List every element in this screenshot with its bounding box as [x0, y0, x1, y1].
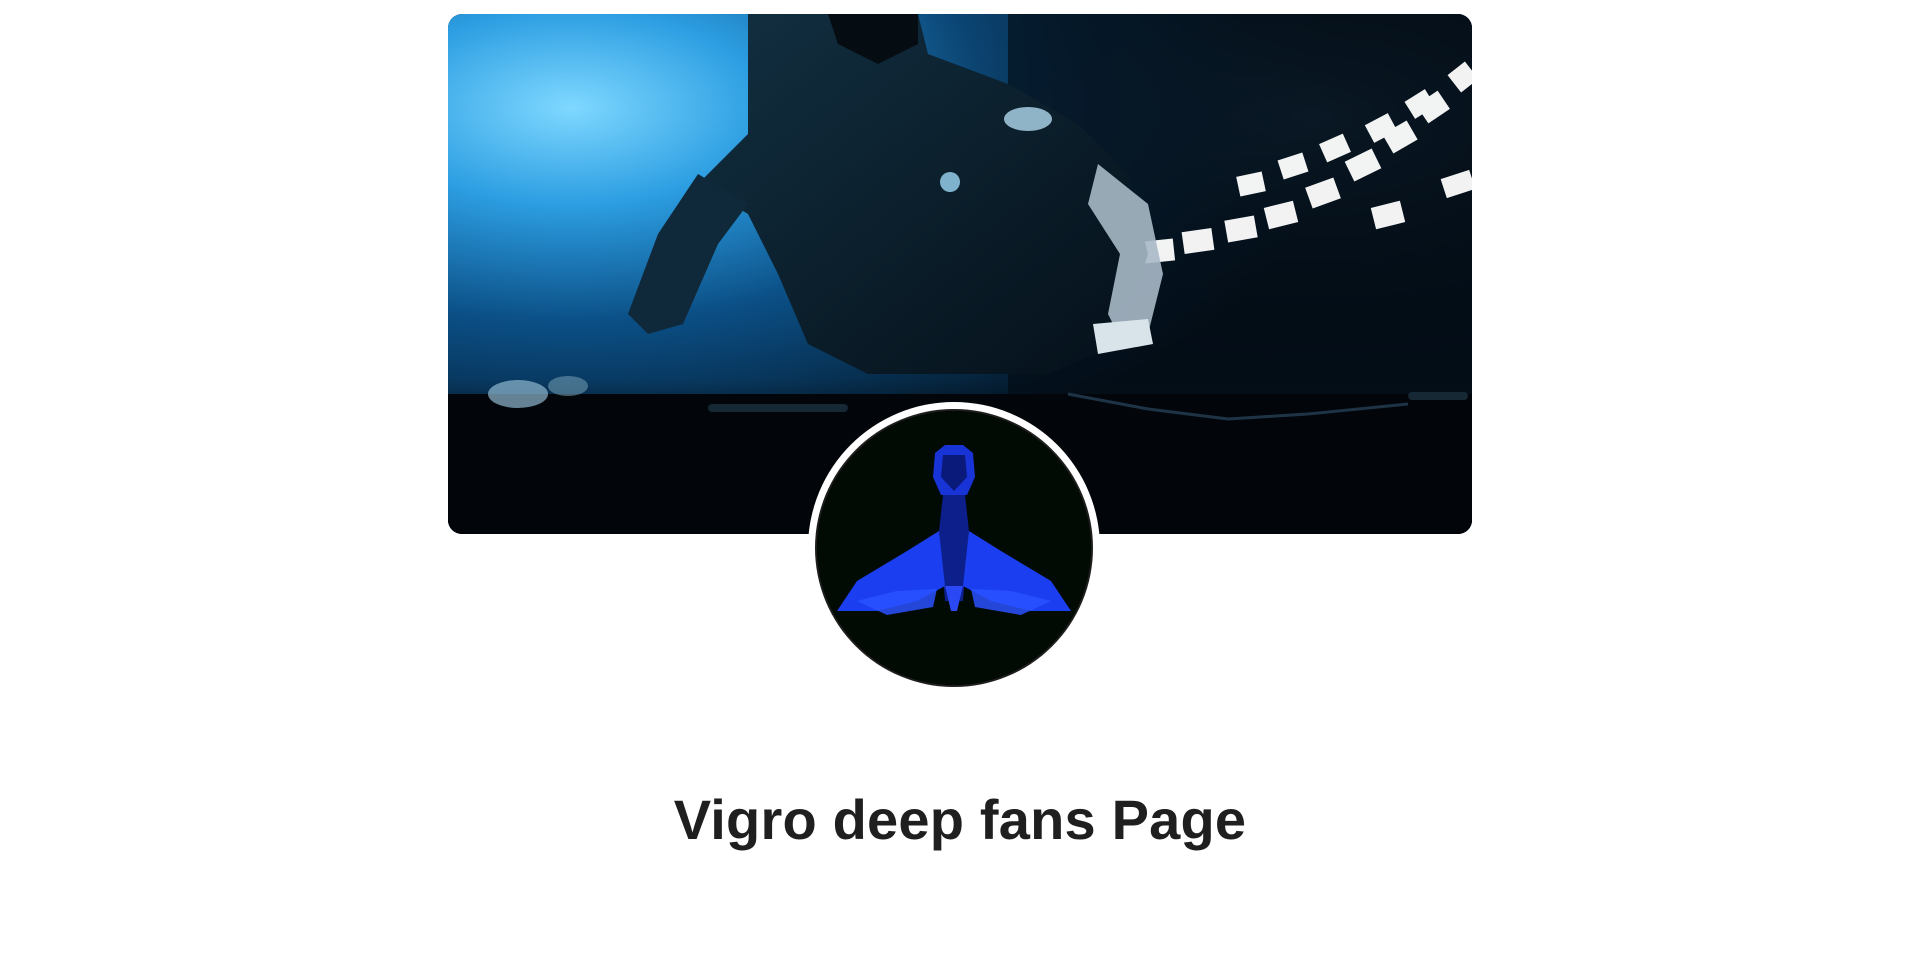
profile-avatar[interactable] — [808, 402, 1100, 694]
profile-page: Vigro deep fans Page — [0, 0, 1920, 960]
avatar-image — [817, 411, 1091, 685]
avatar-artwork — [817, 411, 1091, 685]
page-title: Vigro deep fans Page — [673, 788, 1247, 851]
